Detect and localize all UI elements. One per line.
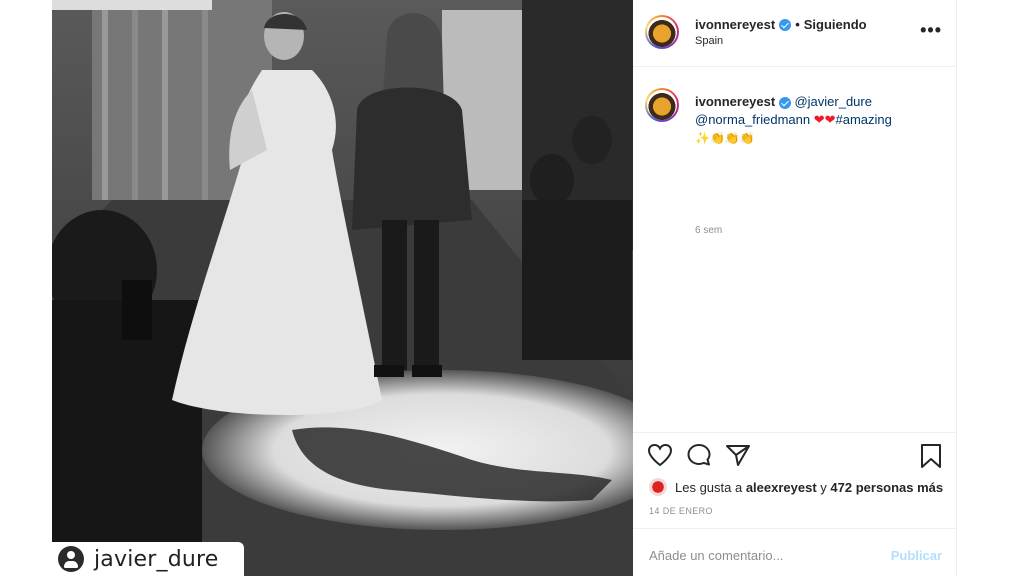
likes-count-link[interactable]: 472 personas más: [830, 480, 943, 495]
bookmark-icon[interactable]: [919, 443, 943, 469]
comment-icon[interactable]: [686, 443, 712, 467]
header-user-line: ivonnereyest • Siguiendo: [695, 17, 867, 32]
separator-dot: •: [795, 17, 800, 32]
publish-button[interactable]: Publicar: [891, 548, 942, 563]
header-username[interactable]: ivonnereyest: [695, 17, 775, 32]
likes-prefix: Les gusta a: [675, 479, 746, 495]
mention-link[interactable]: @norma_friedmann: [695, 112, 810, 127]
likes-text: Les gusta a aleexreyest y 472 personas m…: [675, 480, 943, 495]
likes-summary: Les gusta a aleexreyest y 472 personas m…: [649, 478, 943, 496]
post-date: 14 DE ENERO: [649, 506, 713, 516]
post-side-panel: ivonnereyest • Siguiendo Spain ••• ivonn…: [633, 0, 957, 576]
mention-link[interactable]: @javier_dure: [794, 94, 872, 109]
more-horizontal-icon[interactable]: •••: [920, 20, 942, 41]
action-bar: [633, 432, 956, 473]
runway-photo-image: [52, 0, 633, 576]
post-photo[interactable]: javier_dure: [52, 0, 633, 576]
following-button[interactable]: Siguiendo: [804, 17, 867, 32]
caption-text: ivonnereyest @javier_dure @norma_friedma…: [695, 93, 935, 147]
comment-input[interactable]: Añade un comentario...: [649, 548, 783, 563]
hashtag-link[interactable]: #amazing: [836, 112, 892, 127]
liker-avatar[interactable]: [649, 478, 667, 496]
post-header: ivonnereyest • Siguiendo Spain •••: [633, 0, 956, 67]
caption-avatar[interactable]: [645, 88, 679, 122]
verified-badge-icon: [778, 96, 791, 109]
user-silhouette-icon: [58, 546, 84, 572]
heart-icon[interactable]: [647, 443, 673, 467]
liker-username[interactable]: aleexreyest: [746, 480, 817, 495]
share-icon[interactable]: [725, 443, 751, 467]
location-link[interactable]: Spain: [695, 35, 723, 47]
watermark-username: javier_dure: [94, 546, 219, 572]
caption-block: ivonnereyest @javier_dure @norma_friedma…: [633, 67, 956, 433]
add-comment-bar: Añade un comentario... Publicar: [633, 528, 956, 577]
caption-time: 6 sem: [695, 225, 723, 236]
avatar[interactable]: [645, 15, 679, 49]
photo-credit-watermark: javier_dure: [52, 542, 244, 576]
hearts-emoji: ❤❤: [813, 112, 836, 127]
caption-username[interactable]: ivonnereyest: [695, 94, 775, 109]
likes-middle: y: [816, 479, 831, 495]
clap-emojis: ✨👏👏👏: [695, 131, 755, 145]
verified-badge-icon: [779, 18, 792, 31]
